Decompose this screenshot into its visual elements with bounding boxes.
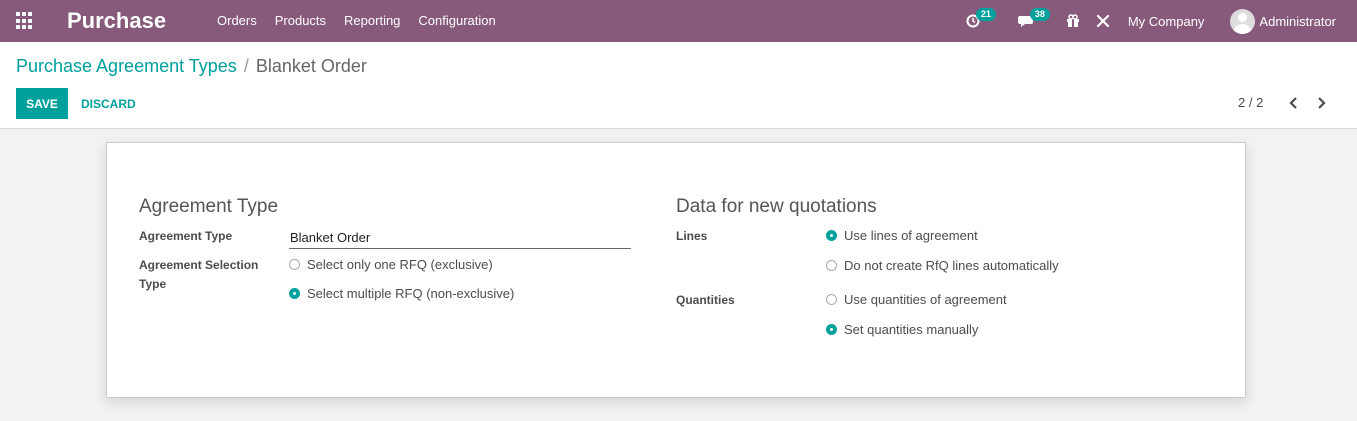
radio-label: Use quantities of agreement <box>844 292 1007 307</box>
breadcrumb-parent-link[interactable]: Purchase Agreement Types <box>16 56 237 77</box>
tools-icon <box>1096 14 1109 28</box>
messaging-menu[interactable]: 38 <box>1014 0 1066 42</box>
agreement-selection-type-label-line2: Type <box>139 277 167 291</box>
top-navbar: Purchase Orders Products Reporting Confi… <box>0 0 1357 42</box>
radio-select-multiple-rfq[interactable]: Select multiple RFQ (non-exclusive) <box>289 286 514 301</box>
agreement-type-group-title: Agreement Type <box>139 196 279 217</box>
user-name: Administrator <box>1259 13 1336 29</box>
radio-button[interactable] <box>826 260 837 271</box>
discard-button[interactable]: DISCARD <box>74 88 143 119</box>
avatar <box>1230 8 1256 34</box>
chevron-right-icon <box>1318 97 1326 109</box>
pager-next-button[interactable] <box>1313 94 1329 112</box>
menu-item-reporting[interactable]: Reporting <box>335 0 409 42</box>
breadcrumb-separator: / <box>243 56 249 76</box>
control-panel: Purchase Agreement Types / Blanket Order… <box>0 42 1357 129</box>
radio-button[interactable] <box>826 294 837 305</box>
breadcrumb-current: Blanket Order <box>255 56 367 76</box>
radio-label: Select multiple RFQ (non-exclusive) <box>307 286 515 301</box>
chevron-left-icon <box>1289 97 1297 109</box>
radio-set-quantities-manually[interactable]: Set quantities manually <box>826 322 978 337</box>
radio-label: Set quantities manually <box>844 322 979 337</box>
form-sheet: Agreement Type Agreement Type Agreement … <box>106 142 1246 398</box>
menu-item-products[interactable]: Products <box>266 0 335 42</box>
radio-label: Use lines of agreement <box>844 228 978 243</box>
agreement-selection-type-label: Agreement Selection Type <box>139 256 258 294</box>
systray: 21 38 My Company Administrator <box>962 0 1357 42</box>
radio-button[interactable] <box>289 259 300 270</box>
data-for-new-quotations-group-title: Data for new quotations <box>676 196 877 217</box>
radio-button[interactable] <box>826 324 837 335</box>
app-name[interactable]: Purchase <box>67 8 166 34</box>
agreement-type-label: Agreement Type <box>139 229 233 243</box>
lines-label: Lines <box>676 229 708 243</box>
menu-item-configuration[interactable]: Configuration <box>409 0 504 42</box>
radio-select-only-one-rfq[interactable]: Select only one RFQ (exclusive) <box>289 257 493 272</box>
apps-menu-icon[interactable] <box>16 12 34 30</box>
radio-label: Do not create RfQ lines automatically <box>844 258 1059 273</box>
radio-do-not-create-rfq-lines[interactable]: Do not create RfQ lines automatically <box>826 258 1059 273</box>
activity-menu[interactable]: 21 <box>962 0 1014 42</box>
company-switcher[interactable]: My Company <box>1126 0 1231 42</box>
radio-use-lines-of-agreement[interactable]: Use lines of agreement <box>826 228 978 243</box>
menu-item-orders[interactable]: Orders <box>208 0 266 42</box>
company-name: My Company <box>1127 13 1205 29</box>
breadcrumb: Purchase Agreement Types / Blanket Order <box>16 56 367 77</box>
debug-tools-menu[interactable] <box>1096 0 1126 42</box>
radio-label: Select only one RFQ (exclusive) <box>307 257 493 272</box>
agreement-selection-type-label-line1: Agreement Selection <box>139 258 259 272</box>
messages-badge: 38 <box>1029 8 1050 21</box>
save-button[interactable]: SAVE <box>16 88 68 119</box>
main-menu: Orders Products Reporting Configuration <box>208 0 505 42</box>
radio-button[interactable] <box>826 230 837 241</box>
pager-value[interactable]: 2 / 2 <box>1238 95 1263 110</box>
user-menu[interactable]: Administrator <box>1230 0 1357 42</box>
agreement-type-input[interactable] <box>289 227 631 249</box>
quantities-label: Quantities <box>676 293 735 307</box>
radio-button[interactable] <box>289 288 300 299</box>
gift-icon <box>1066 14 1079 27</box>
gift-menu[interactable] <box>1066 0 1096 42</box>
activity-badge: 21 <box>975 8 996 21</box>
pager-previous-button[interactable] <box>1286 94 1302 112</box>
radio-use-quantities-of-agreement[interactable]: Use quantities of agreement <box>826 292 1007 307</box>
